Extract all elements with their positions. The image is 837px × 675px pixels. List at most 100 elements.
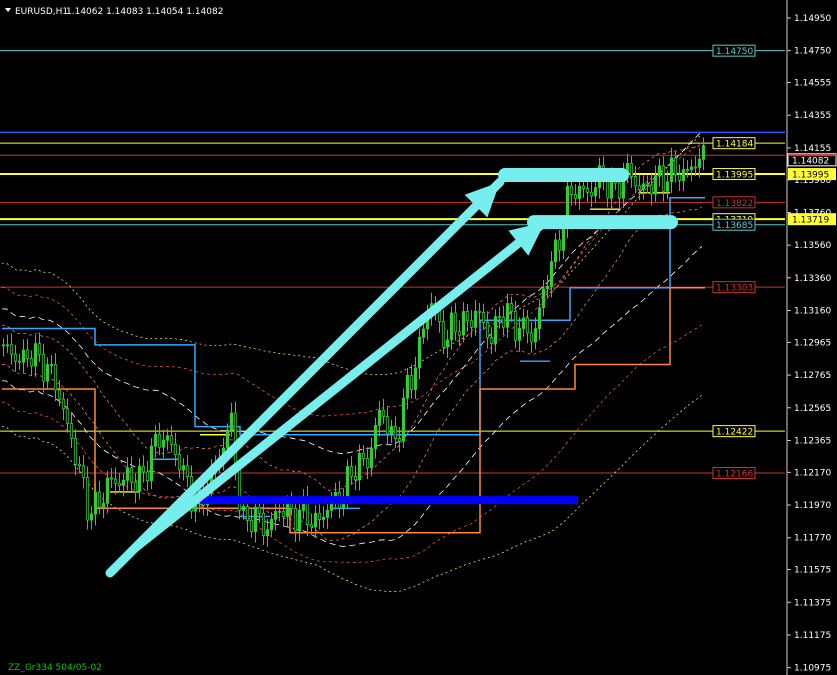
- candle-body: [677, 174, 682, 181]
- candle-body: [237, 468, 242, 511]
- candle-body: [241, 506, 246, 511]
- candle-body: [41, 354, 46, 382]
- candle-body: [653, 175, 658, 195]
- candle-body: [377, 409, 382, 426]
- level-label-text: 1.13303: [716, 284, 753, 294]
- candle-body: [97, 491, 102, 508]
- candle-body: [385, 416, 390, 435]
- candle-body: [185, 465, 190, 477]
- axis-tick-label: 1.13360: [794, 274, 831, 284]
- candle-body: [701, 145, 706, 160]
- candle-body: [629, 163, 634, 177]
- candle-body: [637, 185, 642, 190]
- candle-body: [541, 288, 546, 308]
- candle-body: [137, 466, 142, 493]
- candle-body: [437, 310, 442, 322]
- candle-body: [169, 435, 174, 445]
- candle-body: [685, 169, 690, 171]
- candle-body: [281, 510, 286, 517]
- candle-body: [69, 423, 74, 439]
- level-label-text: 1.12166: [716, 469, 753, 479]
- candle-body: [665, 181, 670, 192]
- candle-body: [245, 506, 250, 521]
- candle-body: [669, 157, 674, 183]
- candle-body: [309, 524, 314, 528]
- candle-body: [381, 409, 386, 418]
- candle-body: [409, 375, 414, 390]
- candle-body: [93, 491, 98, 515]
- symbol-timeframe: EURUSD,H1: [15, 7, 68, 17]
- candle-body: [361, 452, 366, 459]
- level-label-text: 1.13822: [716, 199, 753, 209]
- candle-body: [181, 465, 186, 471]
- candle-body: [89, 513, 94, 521]
- candle-body: [593, 187, 598, 197]
- axis-tick-label: 1.11575: [794, 566, 831, 576]
- candle-body: [57, 389, 62, 400]
- candle-body: [53, 364, 58, 391]
- candle-body: [73, 437, 78, 465]
- candle-body: [573, 194, 578, 199]
- candle-body: [529, 332, 534, 343]
- candle-body: [445, 339, 450, 348]
- candle-body: [589, 191, 594, 197]
- candle-body: [257, 506, 262, 514]
- candle-body: [85, 476, 90, 521]
- candle-body: [157, 433, 162, 448]
- level-label-text: 1.13995: [716, 171, 753, 181]
- candle-body: [553, 239, 558, 263]
- candle-body: [457, 331, 462, 336]
- candle-body: [33, 343, 38, 367]
- candle-body: [441, 321, 446, 348]
- candle-body: [549, 261, 554, 287]
- candle-body: [297, 509, 302, 532]
- footer-indicator-label: ZZ_Gr334 504/05-02: [8, 663, 102, 673]
- candle-body: [277, 510, 282, 513]
- candle-body: [545, 285, 550, 290]
- candle-body: [649, 184, 654, 195]
- candle-body: [161, 439, 166, 448]
- axis-tick-label: 1.12965: [794, 338, 831, 348]
- candle-body: [577, 185, 582, 199]
- candle-body: [285, 501, 290, 517]
- candle-body: [513, 310, 518, 341]
- candle-body: [165, 435, 170, 441]
- candle-body: [657, 165, 662, 177]
- price-chart[interactable]: 1.14950 1.14750 1.14555 1.14355 1.14155 1.139…: [0, 0, 837, 675]
- current-price-text: 1.14082: [792, 156, 829, 166]
- candle-body: [617, 182, 622, 199]
- candle-body: [469, 320, 474, 328]
- candle-body: [349, 466, 354, 477]
- candle-body: [153, 433, 158, 447]
- axis-tick-label: 1.13560: [794, 241, 831, 251]
- candle-body: [393, 426, 398, 439]
- candle-body: [317, 512, 322, 520]
- candle-body: [533, 328, 538, 343]
- axis-tick-label: 1.11375: [794, 598, 831, 608]
- candle-body: [45, 364, 50, 382]
- candle-body: [397, 438, 402, 442]
- level-label-text: 1.13685: [716, 221, 753, 231]
- candle-body: [269, 518, 274, 531]
- candle-body: [129, 467, 134, 483]
- candle-body: [357, 452, 362, 481]
- candle-body: [109, 477, 114, 480]
- axis-tick-label: 1.12765: [794, 371, 831, 381]
- axis-tick-label: 1.11175: [794, 631, 831, 641]
- candle-body: [145, 471, 150, 482]
- candle-body: [497, 316, 502, 319]
- ohlc-values: 1.14062 1.14083 1.14054 1.14082: [66, 7, 223, 17]
- candle-body: [249, 519, 254, 532]
- candle-body: [49, 364, 54, 366]
- candle-body: [369, 448, 374, 469]
- candle-body: [313, 512, 318, 528]
- candle-body: [645, 183, 650, 186]
- candle-body: [421, 328, 426, 338]
- candle-body: [581, 185, 586, 189]
- candle-body: [417, 336, 422, 369]
- axis-tick-label: 1.12565: [794, 404, 831, 414]
- candle-body: [13, 353, 18, 362]
- candle-body: [273, 511, 278, 520]
- candle-body: [501, 316, 506, 328]
- candle-body: [25, 349, 30, 360]
